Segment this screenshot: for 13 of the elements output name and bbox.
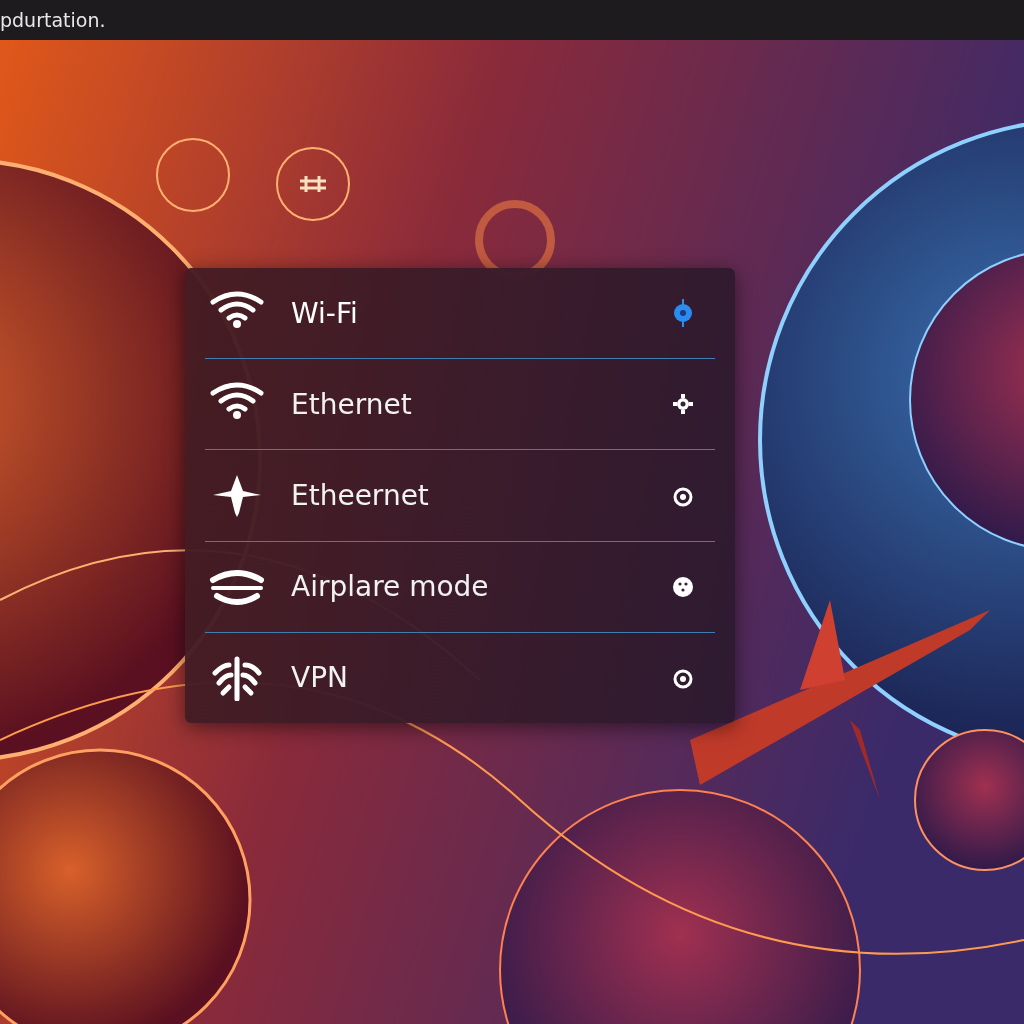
menu-item-label: Etheernet (291, 479, 430, 512)
menu-item-label: Ethernet (291, 387, 413, 421)
menu-item[interactable]: Wi-Fi (185, 268, 735, 359)
window-title: pdurtation. (0, 9, 106, 31)
menu-item[interactable]: VPN (185, 632, 735, 723)
menu-item[interactable]: Etheernet (185, 450, 735, 541)
antenna-icon (209, 654, 265, 701)
toggle-icon (671, 298, 695, 329)
menu-item-label: Wi-Fi (291, 296, 359, 330)
menu-item-label: VPN (291, 661, 349, 695)
menu-item[interactable]: Ethernet (185, 359, 735, 450)
menu-item[interactable]: Airplare mode (185, 541, 735, 632)
menu-item-label: Airplare mode (291, 570, 490, 604)
